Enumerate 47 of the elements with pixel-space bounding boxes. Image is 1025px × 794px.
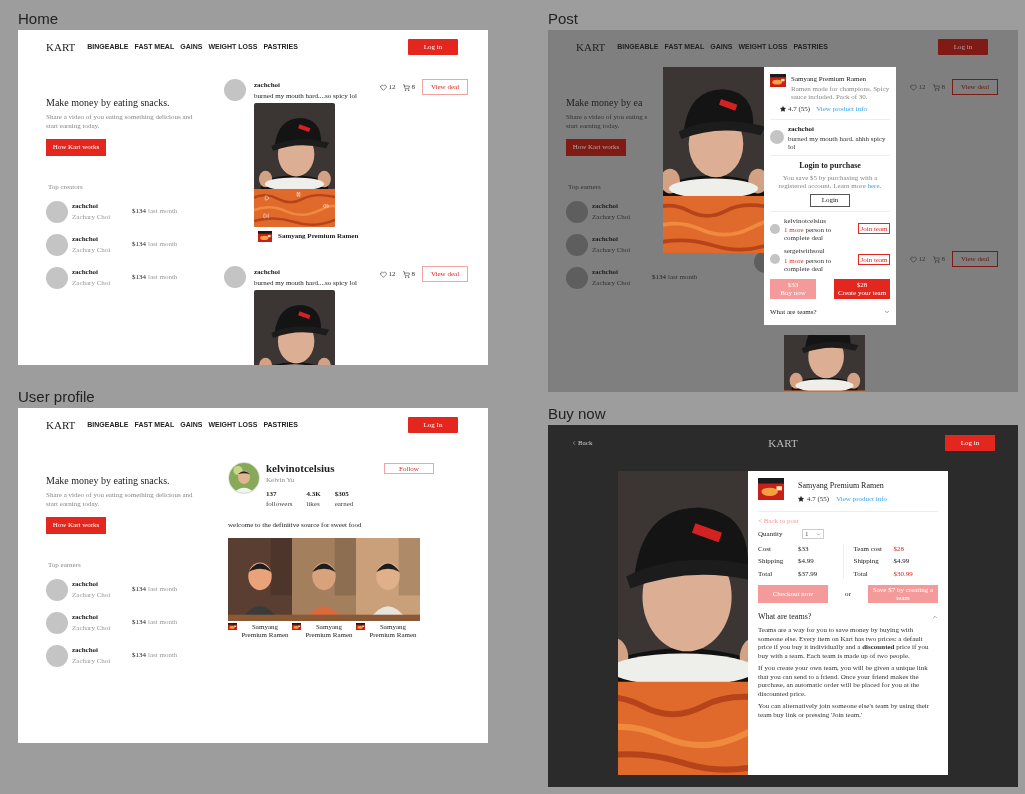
chevron-up-icon[interactable] [932, 614, 938, 620]
profile-username: kelvinotcelsius [266, 462, 335, 475]
star-icon [780, 105, 786, 112]
play-icon[interactable] [264, 195, 270, 201]
hero-title: Make money by eating snacks. [46, 474, 170, 487]
chevron-down-icon[interactable] [884, 308, 890, 315]
frame-label: Home [18, 10, 59, 29]
frame-label: Buy now [548, 405, 607, 424]
avatar[interactable] [566, 233, 588, 256]
pause-icon[interactable] [296, 192, 301, 197]
hero-title: Make money by ea [566, 96, 643, 109]
frame-label: Post [548, 10, 579, 29]
avatar[interactable] [46, 644, 68, 667]
avatar[interactable] [770, 130, 784, 145]
chevron-down-icon [816, 531, 821, 537]
heart-icon[interactable] [379, 83, 387, 91]
cart-icon[interactable] [932, 83, 940, 91]
avatar[interactable] [46, 233, 68, 256]
avatar[interactable] [770, 254, 780, 265]
heart-icon[interactable] [909, 83, 917, 91]
heart-icon[interactable] [909, 255, 917, 263]
cart-icon[interactable] [402, 83, 410, 91]
cart-icon[interactable] [932, 255, 940, 263]
heart-icon[interactable] [379, 270, 387, 278]
avatar[interactable] [46, 611, 68, 634]
avatar[interactable] [566, 200, 588, 223]
logo[interactable]: KART [576, 38, 606, 56]
avatar[interactable] [46, 578, 68, 601]
logo[interactable]: KART [46, 416, 76, 434]
avatar[interactable] [46, 266, 68, 289]
avatar[interactable] [46, 200, 68, 223]
avatar[interactable] [566, 266, 588, 289]
avatar[interactable] [224, 266, 246, 288]
volume-icon[interactable] [323, 203, 329, 209]
logo[interactable]: KART [768, 434, 798, 452]
frame-label: User profile [18, 388, 96, 407]
product-name: Samyang Premium Ramen [798, 480, 884, 492]
avatar[interactable] [224, 79, 246, 101]
skip-icon[interactable] [263, 213, 269, 219]
hero-title: Make money by eating snacks. [46, 96, 170, 109]
star-icon [798, 496, 804, 503]
login-title: Login to purchase [799, 159, 861, 172]
cart-icon[interactable] [402, 270, 410, 278]
chevron-left-icon [571, 440, 577, 446]
faq-question[interactable]: What are teams? [758, 611, 812, 623]
logo[interactable]: KART [46, 38, 76, 56]
avatar[interactable] [770, 223, 780, 234]
